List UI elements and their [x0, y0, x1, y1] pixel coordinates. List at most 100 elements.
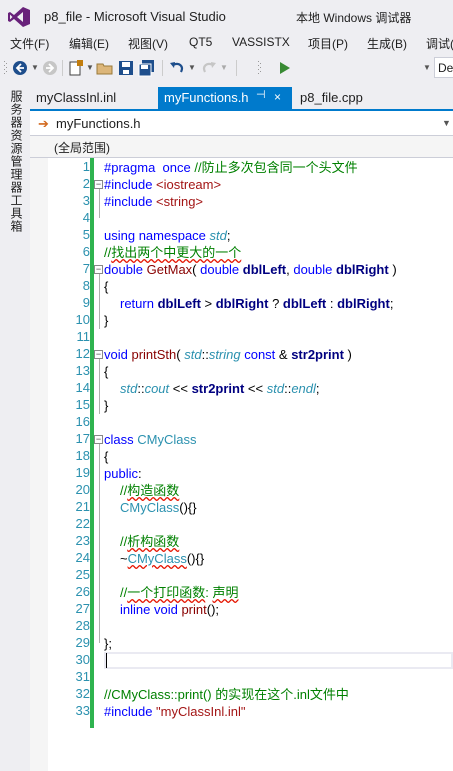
code-line: − double GetMax( double dblLeft, double d…	[94, 262, 397, 277]
save-all-icon[interactable]	[138, 59, 156, 77]
menu-file[interactable]: 文件(F)	[10, 35, 49, 52]
new-project-icon[interactable]	[68, 59, 84, 77]
code-line: return dblLeft > dblRight ? dblLeft : db…	[120, 296, 394, 311]
code-line: {	[104, 279, 109, 294]
tab-myfunctions[interactable]: myFunctions.h	[158, 87, 292, 109]
code-editor[interactable]: 1 2 3 4 5 6 7 8 9 10 11 12 13 14 15 16 1…	[30, 158, 453, 771]
collapse-icon[interactable]: −	[94, 180, 103, 189]
tab-myclassinl[interactable]: myClassInl.inl	[30, 87, 156, 109]
code-line: #include "myClassInl.inl"	[104, 704, 246, 719]
document-tab-bar: myClassInl.inl myFunctions.h ⊣ × p8_file…	[30, 87, 453, 109]
navigation-file-name: myFunctions.h	[56, 116, 141, 131]
code-line: //构造函数	[120, 483, 180, 498]
collapse-icon[interactable]: −	[94, 435, 103, 444]
standard-toolbar: ▼ ▼ ▼ ▼ ▼	[0, 54, 453, 82]
line-number: 27	[75, 601, 90, 616]
code-line: //一个打印函数: 声明	[120, 585, 239, 600]
line-number: 22	[75, 516, 90, 531]
indicator-margin	[30, 158, 48, 771]
file-navigation-bar[interactable]: ➔ myFunctions.h ▼	[30, 111, 453, 136]
line-number: 5	[82, 227, 90, 242]
code-line: //析构函数	[120, 534, 180, 549]
code-line: }	[104, 313, 109, 328]
fold-guide	[99, 358, 100, 414]
line-number: 19	[75, 465, 90, 480]
line-number: 20	[75, 482, 90, 497]
menu-qt5[interactable]: QT5	[189, 35, 212, 49]
line-number: 31	[75, 669, 90, 684]
line-number: 13	[75, 363, 90, 378]
scope-navigation-bar[interactable]: (全局范围)	[30, 136, 453, 158]
code-line: ~CMyClass(){}	[120, 551, 205, 566]
code-line: }	[104, 398, 109, 413]
close-tab-icon[interactable]: ×	[274, 90, 281, 104]
undo-icon[interactable]	[168, 59, 186, 77]
code-line: using namespace std;	[104, 228, 231, 243]
open-folder-icon[interactable]	[96, 59, 114, 77]
fold-guide	[99, 443, 100, 643]
grip-icon-2	[258, 59, 262, 77]
chevron-down-icon[interactable]: ▼	[442, 118, 451, 128]
start-debug-icon[interactable]	[278, 59, 292, 77]
line-number: 24	[75, 550, 90, 565]
menu-bar: 文件(F) 编辑(E) 视图(V) QT5 VASSISTX 项目(P) 生成(…	[0, 32, 453, 54]
line-number: 11	[76, 329, 91, 344]
navigate-back-icon[interactable]	[12, 59, 28, 77]
code-line: {	[104, 364, 109, 379]
tab-p8-file-cpp[interactable]: p8_file.cpp	[294, 87, 394, 109]
new-dropdown-icon[interactable]: ▼	[86, 59, 94, 77]
line-number: 25	[75, 567, 90, 582]
line-number: 33	[75, 703, 90, 718]
menu-debug[interactable]: 调试(	[426, 35, 453, 52]
line-number: 8	[82, 278, 90, 293]
fold-guide	[99, 188, 100, 218]
pin-tab-icon[interactable]: ⊣	[256, 88, 266, 101]
navigate-forward-icon[interactable]	[42, 59, 58, 77]
line-number: 16	[75, 414, 90, 429]
line-number: 14	[75, 380, 90, 395]
arrow-right-icon: ➔	[38, 116, 49, 131]
code-line: #pragma once //防止多次包含同一个头文件	[104, 160, 358, 175]
line-number: 9	[82, 295, 90, 310]
line-number: 30	[75, 652, 90, 667]
code-line: public:	[104, 466, 142, 481]
code-line: − void printSth( std::string const & str2…	[94, 347, 352, 362]
redo-icon[interactable]	[200, 59, 218, 77]
line-number: 18	[75, 448, 90, 463]
undo-dropdown-icon[interactable]: ▼	[188, 59, 196, 77]
menu-edit[interactable]: 编辑(E)	[69, 35, 109, 52]
back-dropdown-icon[interactable]: ▼	[31, 59, 39, 77]
menu-view[interactable]: 视图(V)	[128, 35, 168, 52]
visual-studio-logo-icon	[8, 7, 30, 27]
line-number: 12	[75, 346, 90, 361]
line-number: 4	[82, 210, 90, 225]
toolbox-tab[interactable]: 工具箱	[8, 194, 25, 233]
line-number: 21	[75, 499, 90, 514]
save-icon[interactable]	[118, 59, 134, 77]
left-tool-sidebar: 服务器资源管理器 工具箱	[0, 82, 30, 771]
menu-vassistx[interactable]: VASSISTX	[232, 35, 290, 49]
debugger-dropdown-icon[interactable]: ▼	[423, 59, 431, 77]
line-number: 15	[75, 397, 90, 412]
line-number: 32	[75, 686, 90, 701]
code-line: − #include <iostream>	[94, 177, 222, 192]
line-number: 2	[82, 176, 90, 191]
server-explorer-tab[interactable]: 服务器资源管理器	[8, 90, 25, 194]
line-number-gutter: 1 2 3 4 5 6 7 8 9 10 11 12 13 14 15 16 1…	[48, 158, 90, 771]
code-line: std::cout << str2print << std::endl;	[120, 381, 320, 396]
line-number: 7	[82, 261, 90, 276]
line-number: 29	[75, 635, 90, 650]
menu-build[interactable]: 生成(B)	[367, 35, 407, 52]
code-line: CMyClass(){}	[120, 500, 197, 515]
local-debugger-button[interactable]: 本地 Windows 调试器	[296, 9, 411, 26]
solution-config-select[interactable]: De	[434, 57, 453, 78]
code-line: //找出两个中更大的一个	[104, 245, 242, 260]
line-number: 1	[82, 159, 90, 174]
collapse-icon[interactable]: −	[94, 265, 103, 274]
menu-project[interactable]: 项目(P)	[308, 35, 348, 52]
window-title: p8_file - Microsoft Visual Studio	[44, 9, 226, 24]
line-number: 10	[75, 312, 90, 327]
collapse-icon[interactable]: −	[94, 350, 103, 359]
line-number: 6	[82, 244, 90, 259]
redo-dropdown-icon[interactable]: ▼	[220, 59, 228, 77]
